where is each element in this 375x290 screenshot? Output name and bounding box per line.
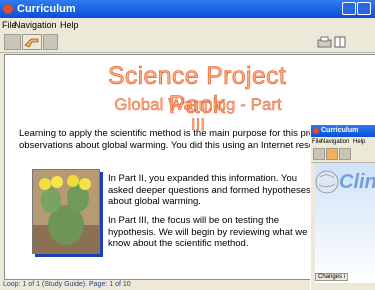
- second-menu-bar: File Navigation Help: [311, 137, 375, 147]
- part2-paragraph: In Part II, you expanded this informatio…: [108, 173, 311, 207]
- back-arrow-icon[interactable]: [4, 34, 21, 50]
- maximize-button[interactable]: [357, 2, 371, 15]
- back-arrow-icon[interactable]: [313, 148, 325, 160]
- changes-button[interactable]: Changes i: [315, 273, 349, 281]
- print-icon[interactable]: [316, 34, 333, 50]
- forward-arrow-icon[interactable]: [43, 34, 58, 50]
- second-heading: Clin: [339, 171, 375, 193]
- hand-pointer-icon: [24, 38, 39, 48]
- second-menu-help[interactable]: Help: [353, 137, 365, 147]
- second-window[interactable]: Curriculum File Navigation Help Clin Cha…: [311, 125, 375, 290]
- book-glyph: [334, 36, 346, 48]
- second-window-title: Curriculum: [321, 127, 359, 134]
- minimize-button[interactable]: [342, 2, 356, 15]
- cactus-image: [32, 169, 100, 254]
- menu-navigation[interactable]: Navigation: [14, 18, 57, 32]
- menu-help[interactable]: Help: [60, 18, 79, 32]
- part3-paragraph: In Part III, the focus will be on testin…: [108, 215, 308, 249]
- window-title: Curriculum: [17, 3, 76, 15]
- app-icon: [3, 4, 13, 14]
- second-toolbar: [311, 147, 375, 163]
- hand-pointer-icon[interactable]: [326, 148, 338, 160]
- second-menu-navigation[interactable]: Navigation: [321, 137, 349, 147]
- bookmark-icon[interactable]: [333, 34, 347, 50]
- printer-glyph: [317, 36, 332, 48]
- app-icon: [313, 128, 319, 134]
- forward-arrow-icon[interactable]: [339, 148, 351, 160]
- second-content-area: Clin Changes i: [315, 163, 375, 283]
- title-bar[interactable]: Curriculum: [0, 0, 375, 18]
- menu-bar: File Navigation Help: [0, 18, 375, 32]
- globe-icon: [315, 170, 339, 194]
- forward-arrow-icon[interactable]: [22, 34, 42, 50]
- cactus-illustration: [33, 170, 99, 253]
- toolbar: [0, 32, 375, 53]
- second-title-bar[interactable]: Curriculum: [311, 125, 375, 137]
